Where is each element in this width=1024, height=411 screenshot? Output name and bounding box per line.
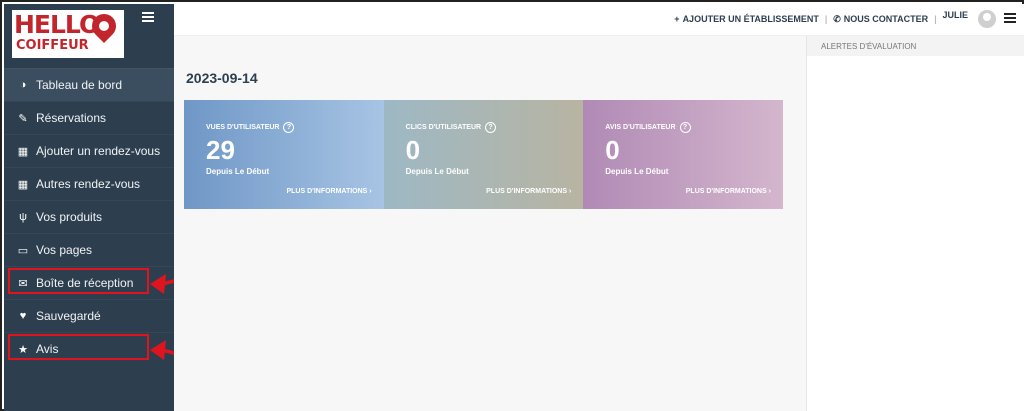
calendar-icon: ▦ [17, 145, 29, 158]
sidebar-item-other-appointments[interactable]: ▦ Autres rendez-vous [4, 167, 174, 200]
stat-card-views: VUES D'UTILISATEUR ? 29 Depuis Le Début … [184, 100, 384, 209]
highlight-box-inbox [8, 268, 149, 294]
logo[interactable]: HELLO COIFFEUR [12, 9, 124, 58]
stat-cards: VUES D'UTILISATEUR ? 29 Depuis Le Début … [184, 100, 783, 209]
stat-value: 0 [605, 135, 620, 165]
utensils-icon: ψ [19, 211, 27, 223]
stat-since: Depuis Le Début [405, 167, 469, 176]
top-bar: + AJOUTER UN ÉTABLISSEMENT | ✆ NOUS CONT… [174, 4, 1024, 36]
help-icon[interactable]: ? [283, 122, 295, 133]
stat-label: VUES D'UTILISATEUR [206, 124, 280, 131]
sidebar-item-label: Sauvegardé [36, 309, 101, 323]
hamburger-menu-icon[interactable] [1004, 13, 1016, 25]
arrow-head-icon [150, 274, 166, 294]
plus-icon: + [674, 14, 680, 24]
sidebar-item-dashboard[interactable]: ◑ Tableau de bord [4, 68, 174, 101]
avatar[interactable] [978, 10, 996, 28]
more-info-link[interactable]: PLUS D'INFORMATIONS › [286, 188, 371, 195]
stat-label-row: CLICS D'UTILISATEUR ? [406, 122, 562, 133]
stat-card-clicks: CLICS D'UTILISATEUR ? 0 Depuis Le Début … [383, 100, 584, 209]
sidebar-item-label: Autres rendez-vous [36, 177, 141, 191]
stat-label-row: VUES D'UTILISATEUR ? [206, 122, 362, 133]
heart-icon: ♥ [19, 310, 27, 322]
phone-icon: ✆ [833, 13, 841, 24]
more-info-link[interactable]: PLUS D'INFORMATIONS › [486, 188, 571, 195]
divider: | [934, 14, 937, 24]
page-date: 2023-09-14 [186, 70, 258, 86]
main-content: 2023-09-14 VUES D'UTILISATEUR ? 29 Depui… [174, 36, 806, 411]
edit-icon: ✎ [18, 112, 28, 125]
stat-label-row: AVIS D'UTILISATEUR ? [605, 122, 761, 133]
username[interactable]: JULIE [942, 10, 968, 20]
logo-area: HELLO COIFFEUR [4, 4, 174, 68]
logo-coiffeur: COIFFEUR [16, 38, 89, 53]
sidebar-item-label: Vos pages [36, 243, 93, 257]
stat-since: Depuis Le Début [206, 167, 270, 176]
sidebar-item-label: Tableau de bord [36, 78, 123, 92]
review-alerts-panel: ALERTES D'ÉVALUATION [806, 36, 1024, 411]
divider: | [824, 14, 828, 24]
calendar-icon: ▦ [17, 178, 29, 191]
contact-link[interactable]: NOUS CONTACTER [844, 14, 928, 24]
stat-card-reviews: AVIS D'UTILISATEUR ? 0 Depuis Le Début P… [583, 100, 783, 209]
stat-label: CLICS D'UTILISATEUR [405, 124, 482, 131]
highlight-box-reviews [8, 334, 149, 360]
stat-label: AVIS D'UTILISATEUR [605, 124, 676, 131]
sidebar-item-add-appointment[interactable]: ▦ Ajouter un rendez-vous [4, 134, 174, 167]
dashboard-icon: ◑ [19, 79, 27, 91]
help-icon[interactable]: ? [679, 122, 691, 133]
arrow-head-icon [150, 340, 166, 360]
more-info-link[interactable]: PLUS D'INFORMATIONS › [686, 188, 771, 195]
top-links: + AJOUTER UN ÉTABLISSEMENT | ✆ NOUS CONT… [674, 10, 1016, 28]
logo-hello: HELLO [14, 10, 100, 39]
stat-value: 0 [405, 135, 421, 165]
help-icon[interactable]: ? [485, 122, 497, 133]
stat-value: 29 [206, 135, 235, 165]
id-card-icon: ▭ [17, 244, 29, 257]
sidebar-item-label: Vos produits [36, 210, 103, 224]
sidebar-item-reservations[interactable]: ✎ Réservations [4, 101, 174, 134]
stat-since: Depuis Le Début [605, 167, 669, 176]
sidebar-item-products[interactable]: ψ Vos produits [4, 200, 174, 233]
review-alerts-title: ALERTES D'ÉVALUATION [807, 36, 1024, 56]
sidebar-menu-icon[interactable] [142, 12, 154, 22]
app-frame: HELLO COIFFEUR ◑ Tableau de bord ✎ Réser… [0, 0, 1024, 411]
sidebar-item-label: Réservations [36, 111, 107, 125]
sidebar-item-label: Ajouter un rendez-vous [36, 144, 161, 158]
add-establishment-link[interactable]: AJOUTER UN ÉTABLISSEMENT [683, 14, 819, 24]
